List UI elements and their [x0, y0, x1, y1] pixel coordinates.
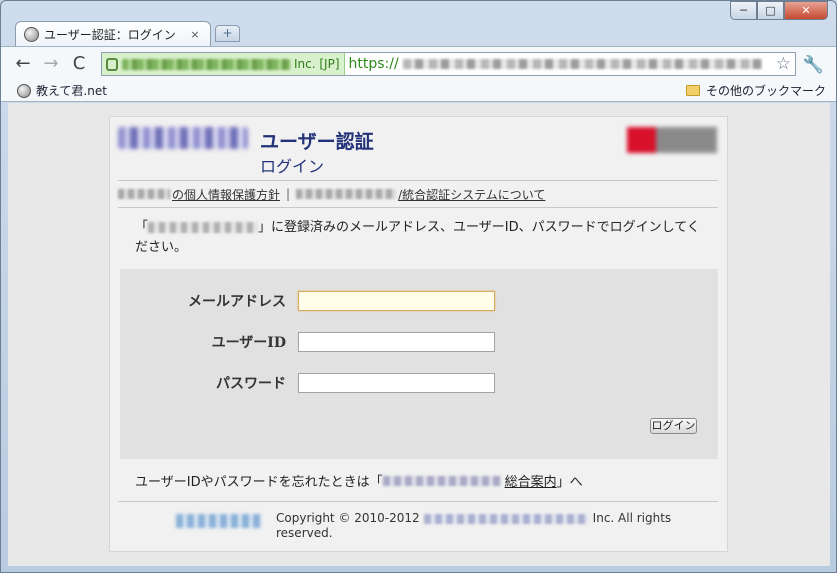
reload-button[interactable]: C: [65, 50, 93, 78]
minimize-button[interactable]: ─: [730, 1, 757, 20]
userid-field[interactable]: [298, 332, 495, 352]
forgot-suffix: 」へ: [556, 475, 583, 490]
email-row: メールアドレス: [120, 290, 718, 312]
page-content: ユーザー認証 ログイン の個人情報保護方針 | /統合認証システムについて 「」…: [8, 103, 830, 566]
redacted-url: [402, 59, 763, 69]
globe-icon: [24, 26, 39, 42]
other-bookmarks-label: その他のブックマーク: [705, 84, 826, 98]
page-footer: Copyright © 2010-2012 Inc. All rights res…: [118, 501, 718, 551]
privacy-policy-link[interactable]: の個人情報保護方針: [118, 186, 280, 203]
page-title: ユーザー認証: [260, 131, 374, 153]
maximize-button[interactable]: □: [757, 1, 784, 20]
privacy-link-text: の個人情報保護方針: [172, 187, 281, 202]
userid-label: ユーザーID: [211, 335, 286, 351]
folder-icon: [685, 85, 700, 96]
email-label: メールアドレス: [188, 294, 286, 310]
browser-toolbar: ← → C Inc. [JP] https:// ☆ 🔧: [1, 46, 836, 80]
close-tab-icon[interactable]: ×: [188, 28, 202, 41]
bookmark-label: 教えて君.net: [36, 84, 107, 98]
forgot-prefix: ユーザーIDやパスワードを忘れたときは「: [135, 475, 383, 490]
password-row: パスワード: [120, 372, 718, 394]
tab-active[interactable]: ユーザー認証：ログイン ×: [15, 21, 211, 46]
redacted-service-name: [148, 222, 259, 233]
bookmark-bar: 教えて君.net その他のブックマーク: [1, 80, 836, 102]
page-header: ユーザー認証 ログイン: [110, 117, 727, 180]
page-subtitle: ログイン: [260, 157, 325, 176]
general-info-link-text: 総合案内: [504, 475, 557, 490]
globe-icon: [17, 83, 31, 98]
ssl-identity-badge[interactable]: Inc. [JP]: [102, 53, 345, 75]
window-controls: ─ □ ✕: [730, 1, 828, 20]
redacted-footer-logo: [176, 514, 261, 528]
url-scheme: https://: [348, 56, 399, 72]
redacted-logo: [118, 127, 248, 149]
forward-button[interactable]: →: [37, 50, 65, 78]
new-tab-button[interactable]: +: [215, 25, 240, 42]
bookmark-star-icon[interactable]: ☆: [776, 54, 791, 74]
url-text[interactable]: https://: [349, 56, 763, 72]
about-link-text: /統合認証システムについて: [398, 187, 546, 202]
userid-row: ユーザーID: [120, 331, 718, 353]
login-panel: ユーザー認証 ログイン の個人情報保護方針 | /統合認証システムについて 「」…: [109, 116, 728, 552]
ssl-org-suffix: Inc. [JP]: [294, 57, 340, 71]
header-links: の個人情報保護方針 | /統合認証システムについて: [118, 180, 718, 208]
login-form: メールアドレス ユーザーID パスワード ログイン: [120, 269, 718, 459]
tab-strip: ユーザー認証：ログイン × + ─ □ ✕: [1, 1, 836, 46]
browser-window: ユーザー認証：ログイン × + ─ □ ✕ ← → C Inc. [JP] ht…: [0, 0, 837, 573]
intro-text: 「」に登録済みのメールアドレス、ユーザーID、パスワードでログインしてください。: [135, 218, 710, 258]
email-field[interactable]: [298, 291, 495, 311]
redacted-company: [382, 475, 501, 486]
link-separator: |: [286, 187, 291, 201]
back-button[interactable]: ←: [9, 50, 37, 78]
redacted-company: [423, 513, 589, 524]
copyright-text: Copyright © 2010-2012 Inc. All rights res…: [276, 511, 716, 541]
lock-icon: [106, 57, 118, 71]
address-bar[interactable]: Inc. [JP] https:// ☆: [101, 52, 796, 76]
about-system-link[interactable]: /統合認証システムについて: [296, 186, 545, 203]
forgot-credentials-text: ユーザーIDやパスワードを忘れたときは「 総合案内 」へ: [135, 471, 583, 490]
intro-open-quote: 「: [135, 220, 149, 235]
login-button[interactable]: ログイン: [650, 418, 697, 434]
password-field[interactable]: [298, 373, 495, 393]
password-label: パスワード: [216, 376, 286, 392]
redacted-brand-logo: [627, 127, 717, 153]
wrench-icon[interactable]: 🔧: [803, 55, 824, 75]
redacted-company: [296, 189, 397, 199]
tab-title: ユーザー認証：ログイン: [44, 27, 176, 42]
bookmark-item[interactable]: 教えて君.net: [17, 82, 107, 99]
other-bookmarks[interactable]: その他のブックマーク: [685, 82, 826, 99]
redacted-organization: [122, 58, 290, 70]
general-info-link[interactable]: 総合案内: [382, 471, 557, 490]
copyright-prefix: Copyright © 2010-2012: [276, 511, 420, 525]
close-window-button[interactable]: ✕: [784, 1, 828, 20]
redacted-company: [118, 189, 170, 199]
